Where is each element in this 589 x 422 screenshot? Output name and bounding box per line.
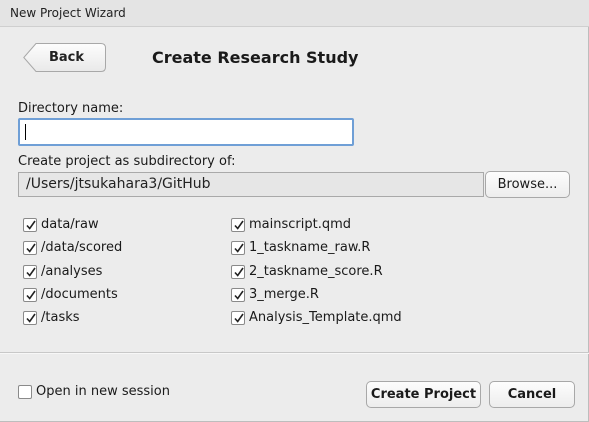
checkmark-icon [26,313,36,323]
page-title: Create Research Study [152,48,359,67]
directory-name-input[interactable] [18,118,354,146]
checkbox-label: Open in new session [36,384,170,399]
back-button-label: Back [49,50,85,65]
checkmark-icon [234,267,244,277]
footer-divider-highlight [0,353,589,354]
checkmark-icon [26,290,36,300]
checkmark-icon [234,290,244,300]
checkbox-label: 2_taskname_score.R [249,264,383,279]
checkmark-icon [26,267,36,277]
checkbox-box[interactable] [231,218,245,232]
checkbox-box[interactable] [23,265,37,279]
title-bar: New Project Wizard [0,0,589,27]
checkbox-label: Analysis_Template.qmd [249,310,402,325]
back-button[interactable]: Back [23,43,106,72]
checkbox-box[interactable] [18,385,32,399]
checkbox-label: data/raw [41,217,99,232]
text-caret [25,124,26,140]
window-title: New Project Wizard [10,6,126,20]
checkbox-box[interactable] [23,241,37,255]
browse-button[interactable]: Browse... [485,171,570,198]
checkbox-label: /tasks [41,310,80,325]
create-project-button[interactable]: Create Project [366,381,481,408]
directory-name-label: Directory name: [18,101,124,116]
new-project-dialog: New Project Wizard Back Create Research … [0,0,589,422]
checkbox-box[interactable] [231,311,245,325]
checkmark-icon [234,220,244,230]
checkbox-label: /data/scored [41,240,123,255]
cancel-button[interactable]: Cancel [489,381,575,408]
checkmark-icon [26,243,36,253]
checkbox-box[interactable] [23,311,37,325]
checkbox-box[interactable] [23,288,37,302]
checkbox-label: 3_merge.R [249,287,319,302]
checkbox-label: /analyses [41,264,103,279]
checkbox-box[interactable] [23,218,37,232]
checkmark-icon [26,220,36,230]
checkbox-label: mainscript.qmd [249,217,352,232]
checkmark-icon [234,313,244,323]
checkbox-label: 1_taskname_raw.R [249,240,371,255]
checkbox-box[interactable] [231,288,245,302]
checkbox-label: /documents [41,287,118,302]
checkbox-box[interactable] [231,241,245,255]
parent-directory-label: Create project as subdirectory of: [18,154,236,169]
checkbox-box[interactable] [231,265,245,279]
parent-directory-field: /Users/jtsukahara3/GitHub [18,172,484,197]
checkmark-icon [234,243,244,253]
